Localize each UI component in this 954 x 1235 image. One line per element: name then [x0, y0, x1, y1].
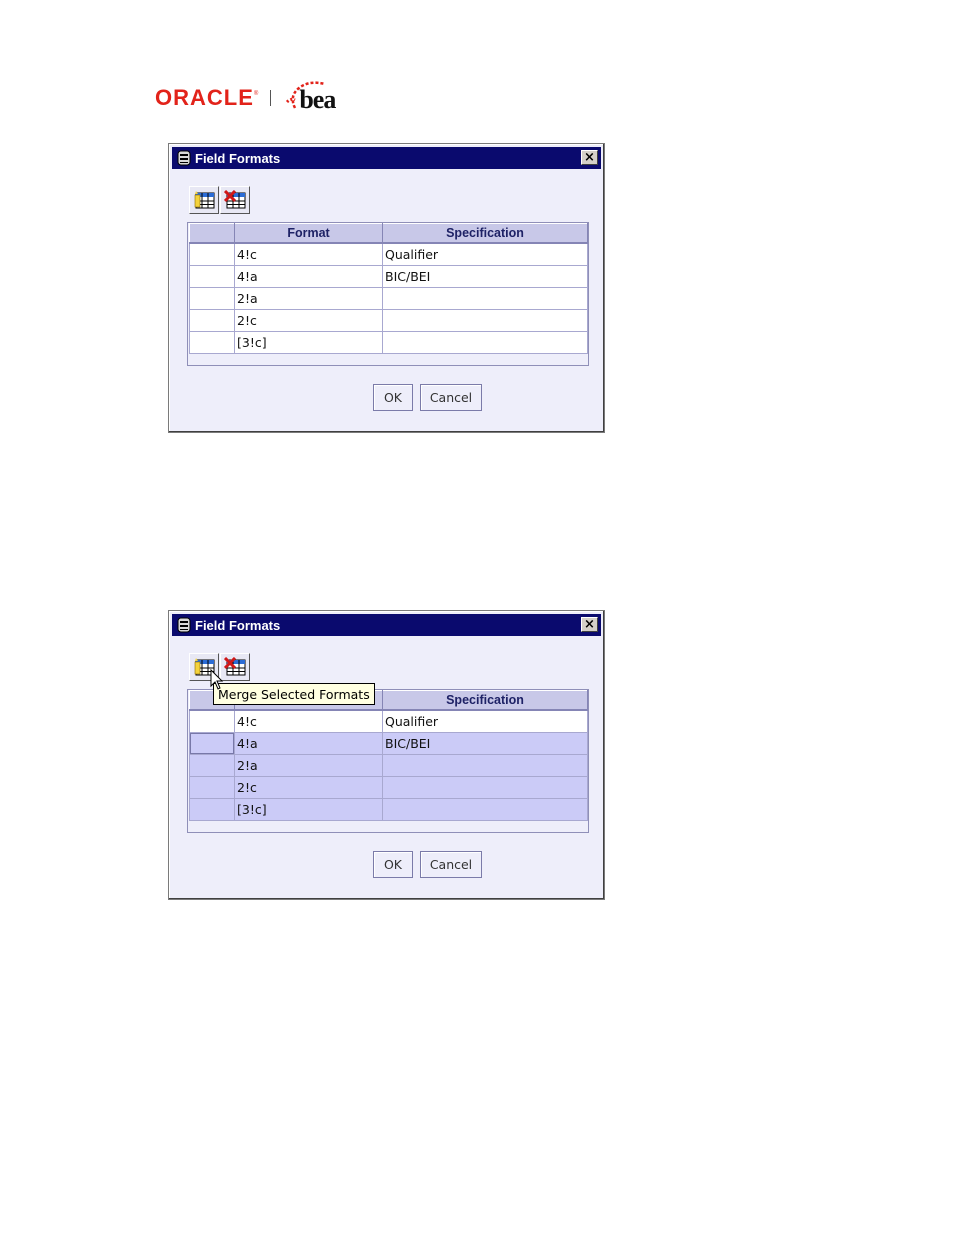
dialog-titlebar[interactable]: Field Formats × — [172, 614, 601, 636]
table-header-row: Format Specification — [189, 223, 588, 244]
specification-cell[interactable] — [382, 798, 588, 821]
format-cell[interactable]: 4!c — [234, 709, 383, 733]
delete-formats-button[interactable] — [220, 186, 250, 214]
table-row[interactable]: 2!c — [189, 309, 588, 332]
table-row-selected[interactable]: 2!a — [189, 754, 588, 777]
format-cell[interactable]: [3!c] — [234, 331, 383, 354]
specification-cell[interactable]: BIC/BEI — [382, 265, 588, 288]
delete-formats-button[interactable] — [220, 653, 250, 681]
column-header-specification[interactable]: Specification — [382, 690, 588, 711]
header-logos: ORACLE® bea — [155, 78, 345, 118]
format-cell[interactable]: [3!c] — [234, 798, 383, 821]
specification-cell[interactable] — [382, 331, 588, 354]
format-cell[interactable]: 4!c — [234, 242, 383, 266]
cancel-button[interactable]: Cancel — [420, 384, 482, 411]
row-header-cell[interactable] — [189, 287, 235, 310]
table-row[interactable]: 4!c Qualifier — [189, 709, 588, 733]
merge-tooltip: Merge Selected Formats — [213, 683, 375, 705]
window-app-icon — [177, 617, 191, 633]
dialog-title: Field Formats — [195, 150, 281, 166]
close-icon[interactable]: × — [581, 150, 598, 165]
formats-table: Format Specification 4!cQualifier 4!aBIC… — [189, 690, 588, 821]
toolbar — [189, 186, 250, 214]
ok-button[interactable]: OK — [373, 384, 413, 411]
mouse-pointer-icon — [210, 669, 224, 690]
format-cell[interactable]: 4!a — [234, 732, 383, 755]
specification-cell[interactable] — [382, 754, 588, 777]
ok-button[interactable]: OK — [373, 851, 413, 878]
row-header-cell[interactable] — [189, 309, 235, 332]
specification-cell[interactable] — [382, 776, 588, 799]
format-cell[interactable]: 4!a — [234, 265, 383, 288]
row-header-cell[interactable] — [189, 798, 235, 821]
row-header-cell[interactable] — [189, 776, 235, 799]
table-row[interactable]: [3!c] — [189, 331, 588, 354]
delete-formats-icon — [224, 657, 246, 676]
specification-cell[interactable]: BIC/BEI — [382, 732, 588, 755]
field-formats-dialog: Field Formats × Format Specification 4!c… — [168, 143, 605, 433]
format-cell[interactable]: 2!a — [234, 287, 383, 310]
specification-cell[interactable]: Qualifier — [382, 242, 588, 266]
table-row-selected[interactable]: 4!a BIC/BEI — [189, 732, 588, 755]
merge-formats-button[interactable] — [189, 186, 219, 214]
table-row-selected[interactable]: 2!c — [189, 776, 588, 799]
dialog-titlebar[interactable]: Field Formats × — [172, 147, 601, 169]
cancel-button[interactable]: Cancel — [420, 851, 482, 878]
specification-cell[interactable] — [382, 287, 588, 310]
column-header-rownum[interactable] — [189, 223, 235, 244]
format-cell[interactable]: 2!c — [234, 309, 383, 332]
column-header-format[interactable]: Format — [234, 223, 383, 244]
window-app-icon — [177, 150, 191, 166]
formats-table: Format Specification 4!cQualifier 4!aBIC… — [189, 223, 588, 354]
row-header-cell[interactable] — [189, 331, 235, 354]
table-row[interactable]: 2!a — [189, 287, 588, 310]
bea-logo: bea — [285, 78, 345, 118]
close-icon[interactable]: × — [581, 617, 598, 632]
table-row[interactable]: 4!c Qualifier — [189, 242, 588, 266]
formats-table-container[interactable]: Format Specification 4!cQualifier 4!aBIC… — [187, 689, 589, 833]
specification-cell[interactable] — [382, 309, 588, 332]
oracle-logo: ORACLE® — [155, 85, 259, 110]
row-header-cell[interactable] — [189, 754, 235, 777]
row-header-cell[interactable] — [189, 242, 235, 266]
table-row-selected[interactable]: [3!c] — [189, 798, 588, 821]
logo-divider — [270, 90, 272, 106]
table-row[interactable]: 4!a BIC/BEI — [189, 265, 588, 288]
format-cell[interactable]: 2!c — [234, 776, 383, 799]
format-cell[interactable]: 2!a — [234, 754, 383, 777]
dialog-title: Field Formats — [195, 617, 281, 633]
merge-formats-icon — [194, 191, 215, 209]
formats-table-container[interactable]: Format Specification 4!cQualifier 4!aBIC… — [187, 222, 589, 366]
field-formats-dialog-merge: Field Formats × Merge Selected Formats S… — [168, 610, 605, 900]
delete-formats-icon — [224, 190, 246, 209]
row-header-cell[interactable] — [189, 709, 235, 733]
row-header-cell[interactable] — [189, 265, 235, 288]
row-header-cell[interactable] — [189, 732, 235, 755]
column-header-specification[interactable]: Specification — [382, 223, 588, 244]
specification-cell[interactable]: Qualifier — [382, 709, 588, 733]
